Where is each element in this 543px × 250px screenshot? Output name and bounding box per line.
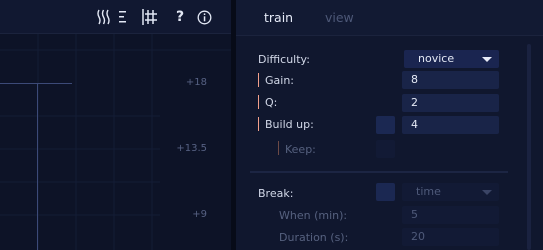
- duration-field[interactable]: 20: [402, 228, 499, 246]
- q-field[interactable]: 2: [402, 94, 499, 112]
- break-value: time: [416, 185, 441, 198]
- graph-area: +18 +13.5 +9: [0, 34, 231, 250]
- break-checkbox[interactable]: [376, 183, 395, 201]
- difficulty-value: novice: [418, 52, 455, 65]
- graph-panel: ? +18 +13.5 +9: [0, 0, 231, 250]
- break-select[interactable]: time: [402, 183, 499, 201]
- build-up-marker: [258, 117, 259, 131]
- info-icon[interactable]: [195, 8, 213, 26]
- scrollbar[interactable]: [527, 44, 531, 250]
- chevron-down-icon: [482, 57, 492, 62]
- hash-icon[interactable]: [140, 8, 160, 26]
- y-tick-label: +13.5: [176, 143, 207, 154]
- difficulty-label: Difficulty:: [258, 53, 310, 66]
- help-icon[interactable]: ?: [174, 8, 186, 26]
- keep-marker: [278, 141, 279, 155]
- duration-label: Duration (s):: [279, 231, 349, 244]
- build-up-field[interactable]: 4: [402, 116, 499, 134]
- build-up-label: Build up:: [265, 118, 314, 131]
- tab-train[interactable]: train: [264, 10, 293, 25]
- tab-view[interactable]: view: [325, 10, 354, 25]
- keep-label: Keep:: [285, 143, 316, 156]
- settings-panel: train view Difficulty: novice Gain: 8 Q:…: [236, 0, 543, 250]
- break-label: Break:: [258, 187, 294, 200]
- gain-marker: [258, 73, 259, 87]
- heat-waves-icon[interactable]: [96, 8, 112, 26]
- y-tick-label: +18: [185, 77, 207, 88]
- menu-lines-icon[interactable]: [118, 8, 128, 26]
- y-tick-label: +9: [192, 209, 207, 220]
- gain-label: Gain:: [265, 74, 294, 87]
- q-marker: [258, 95, 259, 109]
- when-label: When (min):: [279, 209, 348, 222]
- difficulty-select[interactable]: novice: [404, 50, 499, 68]
- section-divider: [250, 171, 508, 173]
- chevron-down-icon: [482, 190, 492, 195]
- q-label: Q:: [265, 96, 278, 109]
- tab-divider: [236, 35, 543, 36]
- when-field[interactable]: 5: [402, 206, 499, 224]
- keep-checkbox[interactable]: [376, 140, 395, 158]
- gain-field[interactable]: 8: [402, 71, 499, 89]
- app-root: ? +18 +13.5 +9 train view Difficulty: no…: [0, 0, 543, 250]
- tab-bar: train view: [236, 0, 543, 35]
- graph-toolbar: ?: [0, 0, 231, 33]
- build-up-checkbox[interactable]: [376, 116, 395, 134]
